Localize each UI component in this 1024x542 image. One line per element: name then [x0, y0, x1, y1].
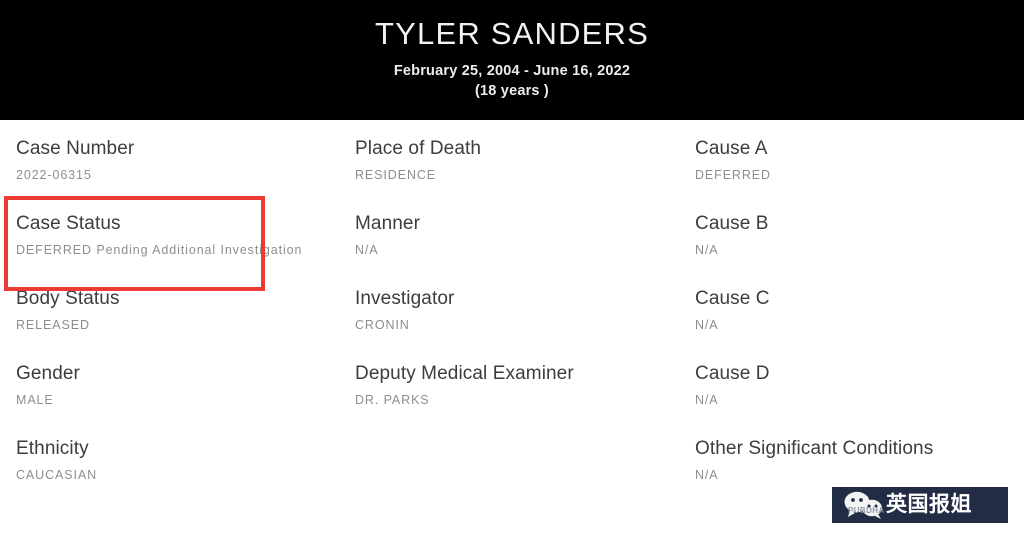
- field-label: Body Status: [16, 288, 120, 309]
- field-value: 2022-06315: [16, 168, 92, 182]
- field-value: N/A: [695, 393, 719, 407]
- date-range: February 25, 2004 - June 16, 2022: [393, 63, 631, 79]
- field-deputy-medical-examiner: Deputy Medical Examiner DR. PARKS: [355, 360, 675, 410]
- field-value: DEFERRED: [695, 168, 771, 182]
- field-value: N/A: [695, 468, 719, 482]
- field-label: Gender: [16, 363, 80, 384]
- detail-column-middle: Place of Death RESIDENCE Manner N/A Inve…: [355, 135, 675, 435]
- field-value: DEFERRED Pending Additional Investigatio…: [16, 243, 303, 257]
- field-body-status: Body Status RELEASED: [16, 285, 316, 335]
- field-cause-a: Cause A DEFERRED: [695, 135, 1015, 185]
- field-value: N/A: [355, 243, 379, 257]
- field-label: Deputy Medical Examiner: [355, 363, 574, 384]
- page-title: TYLER SANDERS: [375, 16, 649, 51]
- detail-column-left: Case Number 2022-06315 Case Status DEFER…: [16, 135, 316, 510]
- field-value: DR. PARKS: [355, 393, 430, 407]
- watermark-badge: PUBDHA 英国报姐: [832, 487, 1008, 523]
- field-label: Cause D: [695, 363, 770, 384]
- field-investigator: Investigator CRONIN: [355, 285, 675, 335]
- field-cause-b: Cause B N/A: [695, 210, 1015, 260]
- field-gender: Gender MALE: [16, 360, 316, 410]
- field-label: Ethnicity: [16, 438, 89, 459]
- field-label: Case Status: [16, 213, 121, 234]
- field-case-number: Case Number 2022-06315: [16, 135, 316, 185]
- field-label: Place of Death: [355, 138, 482, 159]
- field-cause-d: Cause D N/A: [695, 360, 1015, 410]
- field-label: Cause A: [695, 138, 768, 159]
- watermark-subtext: PUBDHA: [848, 506, 885, 515]
- field-value: N/A: [695, 318, 719, 332]
- field-label: Cause C: [695, 288, 770, 309]
- field-value: RELEASED: [16, 318, 90, 332]
- field-manner: Manner N/A: [355, 210, 675, 260]
- field-value: MALE: [16, 393, 54, 407]
- field-value: CAUCASIAN: [16, 468, 98, 482]
- field-label: Investigator: [355, 288, 455, 309]
- field-label: Case Number: [16, 138, 135, 159]
- age-label: (18 years ): [475, 83, 549, 99]
- field-label: Cause B: [695, 213, 769, 234]
- field-other-significant-conditions: Other Significant Conditions N/A: [695, 435, 1015, 485]
- field-value: CRONIN: [355, 318, 410, 332]
- field-label: Other Significant Conditions: [695, 438, 934, 459]
- watermark-text: 英国报姐: [886, 492, 972, 516]
- field-cause-c: Cause C N/A: [695, 285, 1015, 335]
- header-banner: TYLER SANDERS February 25, 2004 - June 1…: [0, 0, 1024, 120]
- field-label: Manner: [355, 213, 421, 234]
- field-ethnicity: Ethnicity CAUCASIAN: [16, 435, 316, 485]
- field-place-of-death: Place of Death RESIDENCE: [355, 135, 675, 185]
- field-value: RESIDENCE: [355, 168, 437, 182]
- field-case-status: Case Status DEFERRED Pending Additional …: [16, 210, 316, 260]
- field-value: N/A: [695, 243, 719, 257]
- detail-column-right: Cause A DEFERRED Cause B N/A Cause C N/A…: [695, 135, 1015, 510]
